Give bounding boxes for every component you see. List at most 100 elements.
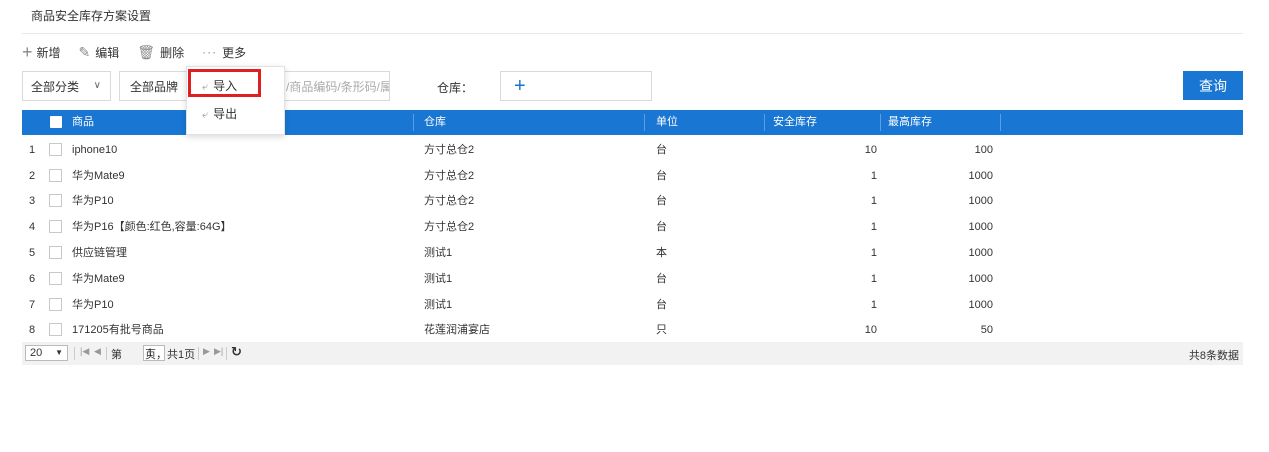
table-row[interactable]: 2 华为Mate9 方寸总仓2 台 1 1000 [22, 163, 1243, 189]
cell-product: 171205有批号商品 [72, 324, 164, 336]
column-divider [1000, 114, 1001, 131]
cell-safety-stock: 1 [870, 170, 877, 182]
column-divider [413, 114, 414, 131]
cell-warehouse: 测试1 [424, 299, 453, 311]
cell-warehouse: 方寸总仓2 [424, 221, 475, 233]
row-checkbox[interactable] [49, 246, 62, 259]
delete-button[interactable]: 🗑︎ 删除 [137, 44, 184, 61]
cell-safety-stock: 10 [864, 144, 877, 156]
cell-warehouse: 方寸总仓2 [424, 144, 475, 156]
add-button[interactable]: + 新增 [22, 43, 61, 61]
cell-safety-stock: 1 [870, 195, 877, 207]
column-divider [880, 114, 881, 131]
table-row[interactable]: 5 供应链管理 测试1 本 1 1000 [22, 240, 1243, 266]
add-warehouse-icon[interactable]: + [514, 75, 526, 98]
row-index: 2 [29, 170, 36, 182]
cell-product: iphone10 [72, 144, 118, 156]
trash-icon: 🗑︎ [137, 44, 156, 60]
pencil-icon: ✎ [78, 44, 91, 60]
page-prefix: 第 [111, 349, 122, 361]
more-dots-icon: ··· [202, 45, 218, 59]
column-divider [764, 114, 765, 131]
cell-unit: 本 [656, 247, 667, 259]
warehouse-label: 仓库： [437, 81, 474, 95]
table-row[interactable]: 1 iphone10 方寸总仓2 台 10 100 [22, 137, 1243, 163]
cell-unit: 台 [656, 273, 667, 285]
prev-page-icon[interactable]: ◀ [94, 346, 101, 357]
cell-safety-stock: 1 [870, 273, 877, 285]
cell-max-stock: 50 [980, 324, 993, 336]
category-select[interactable]: 全部分类 ∨ [22, 71, 111, 101]
row-checkbox[interactable] [49, 194, 62, 207]
cell-safety-stock: 1 [870, 299, 877, 311]
next-page-icon[interactable]: ▶ [203, 346, 210, 357]
cell-warehouse: 花莲润浦宴店 [424, 324, 490, 336]
cell-warehouse: 测试1 [424, 273, 453, 285]
cell-max-stock: 100 [974, 144, 993, 156]
cell-product: 华为P10 [72, 299, 114, 311]
row-checkbox[interactable] [49, 220, 62, 233]
column-header-safety-stock[interactable]: 安全库存 [773, 110, 817, 135]
cell-unit: 台 [656, 144, 667, 156]
row-index: 3 [29, 195, 36, 207]
delete-label: 删除 [160, 45, 185, 60]
more-label: 更多 [222, 45, 247, 60]
caret-down-icon: ▼ [55, 348, 63, 357]
page-size-select[interactable]: 20 ▼ [25, 345, 68, 361]
last-page-icon[interactable]: ▶| [214, 346, 223, 357]
row-checkbox[interactable] [49, 298, 62, 311]
select-all-checkbox[interactable] [50, 116, 62, 128]
more-button[interactable]: ··· 更多 [202, 44, 246, 61]
table-row[interactable]: 4 华为P16【颜色:红色,容量:64G】 方寸总仓2 台 1 1000 [22, 214, 1243, 240]
cell-safety-stock: 1 [870, 221, 877, 233]
row-index: 6 [29, 273, 36, 285]
row-index: 1 [29, 144, 36, 156]
row-checkbox[interactable] [49, 323, 62, 336]
cell-product: 华为Mate9 [72, 170, 125, 182]
pager-divider [106, 347, 107, 360]
column-header-unit[interactable]: 单位 [656, 110, 678, 135]
cell-warehouse: 方寸总仓2 [424, 195, 475, 207]
cell-max-stock: 1000 [968, 247, 993, 259]
cell-unit: 台 [656, 195, 667, 207]
table-row[interactable]: 3 华为P10 方寸总仓2 台 1 1000 [22, 188, 1243, 214]
brand-value: 全部品牌 [130, 79, 179, 94]
toolbar: + 新增 ✎ 编辑 🗑︎ 删除 ··· 更多 [22, 43, 264, 61]
column-header-warehouse[interactable]: 仓库 [424, 110, 446, 135]
cell-max-stock: 1000 [968, 221, 993, 233]
row-index: 5 [29, 247, 36, 259]
cell-safety-stock: 10 [864, 324, 877, 336]
cell-unit: 台 [656, 299, 667, 311]
search-placeholder: /商品编码/条形码/属性 [286, 79, 389, 94]
table-row[interactable]: 8 171205有批号商品 花莲润浦宴店 只 10 50 [22, 317, 1243, 343]
total-count: 共8条数据 [1188, 350, 1239, 362]
row-index: 7 [29, 299, 36, 311]
row-checkbox[interactable] [49, 143, 62, 156]
highlight-box [188, 69, 261, 97]
table-row[interactable]: 7 华为P10 测试1 台 1 1000 [22, 292, 1243, 318]
cell-product: 供应链管理 [72, 247, 127, 259]
menu-item-export[interactable]: ⤶ 导出 [187, 101, 284, 127]
query-button[interactable]: 查询 [1183, 71, 1243, 100]
export-icon: ⤶ [202, 109, 209, 121]
chevron-down-icon: ∨ [93, 80, 101, 91]
column-divider [644, 114, 645, 131]
edit-button[interactable]: ✎ 编辑 [79, 44, 120, 61]
page-size-value: 20 [30, 347, 43, 359]
page-suffix: 页，共1页 [145, 349, 196, 361]
column-header-max-stock[interactable]: 最高库存 [888, 110, 932, 135]
warehouse-picker[interactable]: + [500, 71, 652, 101]
column-header-product[interactable]: 商品 [72, 110, 94, 135]
cell-unit: 只 [656, 324, 667, 336]
row-index: 8 [29, 324, 36, 336]
table-row[interactable]: 6 华为Mate9 测试1 台 1 1000 [22, 266, 1243, 292]
first-page-icon[interactable]: |◀ [80, 346, 89, 357]
row-checkbox[interactable] [49, 272, 62, 285]
cell-product: 华为P16【颜色:红色,容量:64G】 [72, 221, 232, 233]
cell-unit: 台 [656, 221, 667, 233]
cell-product: 华为P10 [72, 195, 114, 207]
row-checkbox[interactable] [49, 169, 62, 182]
pager-divider [226, 347, 227, 360]
search-input[interactable]: /商品编码/条形码/属性 [283, 71, 390, 101]
refresh-icon[interactable]: ↻ [231, 344, 242, 360]
